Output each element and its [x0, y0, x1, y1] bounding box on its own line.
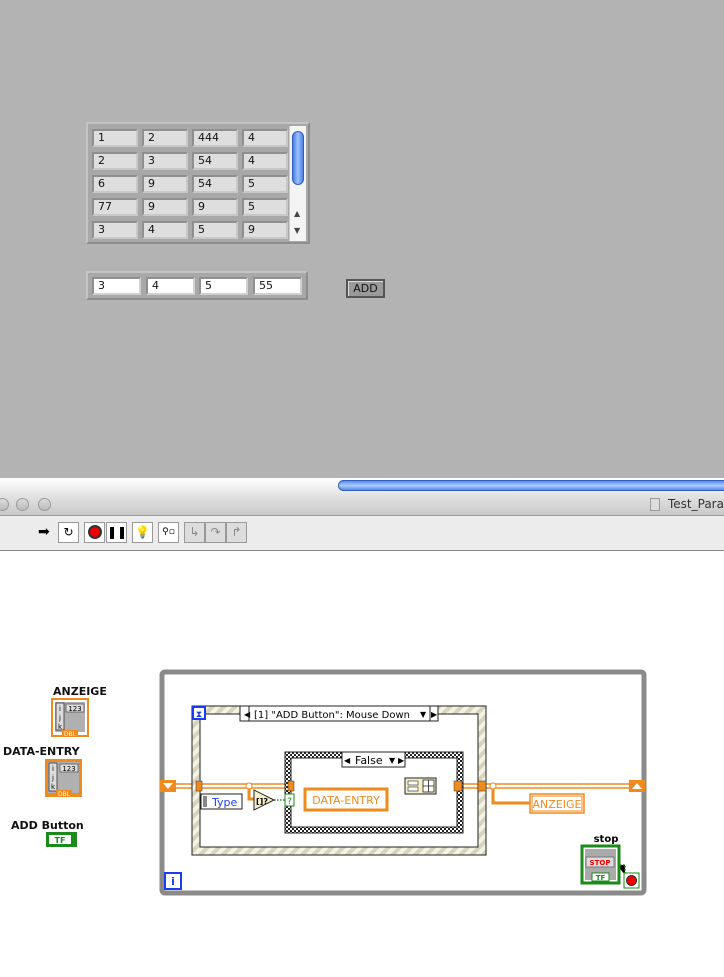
- display-array-cell: 5: [242, 198, 288, 216]
- horizontal-scrollbar-thumb[interactable]: [338, 480, 724, 491]
- svg-text:◀: ◀: [244, 710, 251, 719]
- stop-tf-label: TF: [596, 874, 606, 882]
- display-array-cell: 2: [142, 129, 188, 147]
- svg-text:[]?: []?: [256, 797, 268, 806]
- type-label: Type: [211, 796, 237, 809]
- build-array-node[interactable]: [404, 777, 437, 795]
- dropdown-icon[interactable]: ▼: [389, 756, 396, 765]
- pause-icon[interactable]: ❚❚: [106, 522, 127, 543]
- index-label: j: [51, 774, 54, 782]
- display-array-cell: 9: [192, 198, 238, 216]
- numeric-type-label: 123: [62, 765, 75, 773]
- scroll-down-arrow-icon[interactable]: ▼: [294, 226, 300, 235]
- display-array-cell: 4: [242, 129, 288, 147]
- loop-condition-terminal[interactable]: [623, 872, 640, 889]
- iteration-terminal: i: [164, 872, 182, 890]
- display-array-cell: 54: [192, 175, 238, 193]
- step-out-icon[interactable]: ↱: [226, 522, 247, 543]
- tunnel: [195, 780, 203, 792]
- display-array-cell: 4: [242, 152, 288, 170]
- display-array-cell: 9: [142, 198, 188, 216]
- zoom-window-button[interactable]: [38, 498, 51, 511]
- step-into-icon[interactable]: ↳: [184, 522, 205, 543]
- close-window-button[interactable]: [0, 498, 9, 511]
- bool-type-label: TF: [55, 836, 66, 845]
- block-diagram: i j k 123 DBL i j k 123 DBL TF ⧗ ◀ [1] "…: [45, 669, 647, 896]
- case-selector-label: False: [355, 754, 383, 767]
- case-selector-terminal[interactable]: ?: [284, 793, 295, 807]
- display-array-cell: 6: [92, 175, 138, 193]
- vi-file-icon: [650, 498, 660, 511]
- add-button-terminal[interactable]: TF: [46, 832, 77, 847]
- minimize-window-button[interactable]: [16, 498, 29, 511]
- event-case-label: [1] "ADD Button": Mouse Down: [254, 710, 410, 721]
- entry-array-cell[interactable]: 3: [92, 277, 141, 295]
- display-array-cell: 2: [92, 152, 138, 170]
- horizontal-scrollbar[interactable]: [0, 478, 724, 493]
- question-label: ?: [287, 797, 292, 807]
- add-button[interactable]: ADD: [346, 279, 385, 298]
- data-entry-terminal[interactable]: i j k 123 DBL: [45, 759, 82, 798]
- scroll-up-arrow-icon[interactable]: ▲: [294, 209, 300, 218]
- front-panel: ▲ ▼ ADD 1 2 444 4 2 3 54 4 6 9 54 5 77 9 9 5 3 4 5 9 3 4 5 55: [0, 0, 724, 478]
- anzeige-local[interactable]: ANZEIGE: [529, 793, 585, 814]
- display-array-cell: 5: [242, 175, 288, 193]
- stop-button-label: STOP: [590, 859, 611, 867]
- step-over-icon[interactable]: ↷: [205, 522, 226, 543]
- display-array-cell: 9: [142, 175, 188, 193]
- highlight-execution-icon[interactable]: 💡: [132, 522, 153, 543]
- next-case-icon[interactable]: ▶: [431, 710, 438, 719]
- display-array-cell: 4: [142, 221, 188, 239]
- event-timeout-icon[interactable]: ⧗: [192, 706, 206, 720]
- retain-wire-values-icon[interactable]: ⚲▫: [158, 522, 179, 543]
- display-array-cell: 77: [92, 198, 138, 216]
- window-titlebar: Test_Para: [0, 493, 724, 516]
- array-vertical-scrollbar[interactable]: ▲ ▼: [289, 126, 306, 241]
- run-arrow-icon[interactable]: ➡: [38, 524, 50, 540]
- entry-array-cell[interactable]: 5: [199, 277, 248, 295]
- abort-icon[interactable]: [84, 522, 105, 543]
- tunnel: [477, 780, 487, 792]
- run-continuously-icon[interactable]: ↻: [58, 522, 79, 543]
- index-label: i: [52, 765, 54, 773]
- display-array-cell: 3: [92, 221, 138, 239]
- index-label: j: [58, 714, 61, 722]
- display-array-cell: 444: [192, 129, 238, 147]
- shift-register-right[interactable]: [629, 780, 645, 792]
- toolbar: ➡ ↻ ❚❚ 💡 ⚲▫ ↳ ↷ ↱: [0, 516, 724, 551]
- display-array-cell: 1: [92, 129, 138, 147]
- display-array-cell: 5: [192, 221, 238, 239]
- entry-array-cell[interactable]: 4: [146, 277, 195, 295]
- anzeige-terminal[interactable]: i j k 123 DBL: [51, 698, 89, 738]
- numeric-type-label: 123: [68, 705, 81, 713]
- svg-text:⧗: ⧗: [196, 710, 202, 720]
- case-selector[interactable]: ◀ False ▼ ▶: [341, 751, 406, 768]
- display-array-cell: 3: [142, 152, 188, 170]
- event-type-node[interactable]: Type: [200, 793, 243, 810]
- entry-array-cell[interactable]: 55: [253, 277, 302, 295]
- scrollbar-thumb[interactable]: [292, 131, 304, 185]
- shift-register-left[interactable]: [160, 780, 176, 792]
- window-title: Test_Para: [668, 497, 724, 511]
- svg-text:◀: ◀: [344, 756, 351, 765]
- index-label: i: [59, 705, 61, 713]
- dbl-label: DBL: [64, 731, 77, 738]
- anzeige-node-label: ANZEIGE: [533, 798, 582, 811]
- iteration-label: i: [171, 875, 175, 888]
- dbl-label: DBL: [58, 791, 71, 798]
- dropdown-icon[interactable]: ▼: [420, 710, 427, 719]
- event-selector[interactable]: ◀ [1] "ADD Button": Mouse Down ▼ ▶: [239, 705, 439, 722]
- svg-text:▶: ▶: [398, 756, 405, 765]
- stop-terminal[interactable]: STOP TF: [580, 844, 621, 885]
- stop-label: stop: [594, 834, 619, 845]
- display-array-cell: 54: [192, 152, 238, 170]
- data-entry-local[interactable]: DATA-ENTRY: [303, 787, 389, 812]
- display-array-cell: 9: [242, 221, 288, 239]
- data-entry-node-label: DATA-ENTRY: [312, 794, 380, 807]
